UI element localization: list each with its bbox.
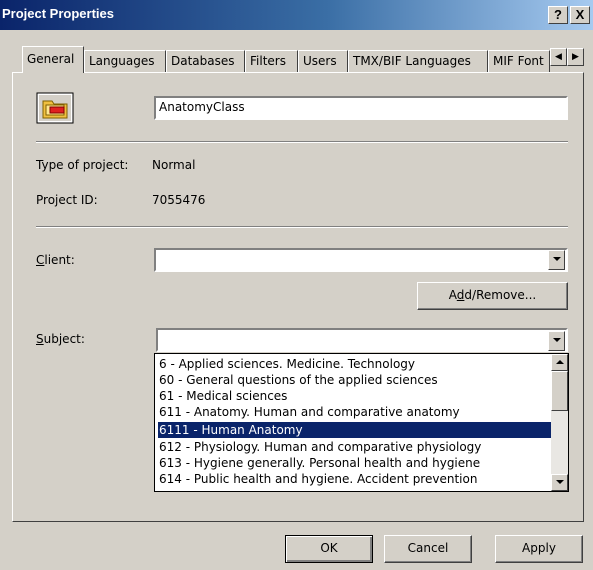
project-id-value: 7055476: [152, 193, 206, 207]
chevron-down-icon: [555, 480, 564, 484]
ok-button[interactable]: OK: [285, 535, 373, 563]
tab-general[interactable]: General: [22, 46, 84, 73]
add-remove-button[interactable]: Add/Remove...: [417, 282, 568, 310]
client-label: Client:: [36, 253, 75, 267]
scroll-thumb[interactable]: [551, 371, 568, 411]
separator-middle: [36, 226, 568, 228]
help-button[interactable]: ?: [548, 6, 568, 24]
subject-label: Subject:: [36, 332, 85, 346]
list-item[interactable]: 614 - Public health and hygiene. Acciden…: [158, 471, 551, 487]
tab-strip: General Languages Databases Filters User…: [16, 46, 584, 73]
subject-dropdown-button[interactable]: [548, 331, 565, 351]
chevron-up-icon: [555, 360, 564, 364]
tab-languages[interactable]: Languages: [84, 50, 166, 72]
project-id-label: Project ID:: [36, 193, 98, 207]
title-bar[interactable]: Project Properties ? X: [0, 0, 593, 30]
list-item-selected[interactable]: 6111 - Human Anatomy: [157, 421, 552, 439]
tab-databases[interactable]: Databases: [166, 50, 245, 72]
type-of-project-value: Normal: [152, 158, 196, 172]
tab-scroll-arrows: ◀ ▶: [550, 48, 584, 66]
tab-filters[interactable]: Filters: [245, 50, 298, 72]
tab-tmx-bif-languages[interactable]: TMX/BIF Languages: [348, 50, 488, 72]
close-button[interactable]: X: [570, 6, 590, 24]
client-dropdown-button[interactable]: [548, 250, 565, 270]
type-of-project-label: Type of project:: [36, 158, 129, 172]
chevron-down-icon: [552, 257, 561, 261]
tab-mif-font[interactable]: MIF Font: [488, 50, 550, 72]
list-item[interactable]: 613 - Hygiene generally. Personal health…: [158, 455, 551, 471]
scroll-down-button[interactable]: [551, 474, 568, 491]
list-item[interactable]: 611 - Anatomy. Human and comparative ana…: [158, 404, 551, 420]
scroll-up-button[interactable]: [551, 354, 568, 371]
project-folder-icon: [36, 92, 74, 124]
subject-combobox[interactable]: [156, 328, 568, 352]
list-item[interactable]: 612 - Physiology. Human and comparative …: [158, 439, 551, 455]
list-scrollbar[interactable]: [551, 354, 568, 491]
tab-users[interactable]: Users: [298, 50, 348, 72]
tab-scroll-left-icon[interactable]: ◀: [550, 48, 567, 66]
client-combobox[interactable]: [154, 248, 568, 272]
window-title: Project Properties: [2, 6, 114, 21]
chevron-down-icon: [552, 338, 561, 342]
list-item[interactable]: 6 - Applied sciences. Medicine. Technolo…: [158, 356, 551, 372]
list-item[interactable]: 61 - Medical sciences: [158, 388, 551, 404]
project-properties-dialog: Project Properties ? X General Languages…: [0, 0, 593, 570]
list-item[interactable]: 60 - General questions of the applied sc…: [158, 372, 551, 388]
separator-top: [36, 141, 568, 143]
tab-scroll-right-icon[interactable]: ▶: [567, 48, 584, 66]
subject-dropdown-list[interactable]: 6 - Applied sciences. Medicine. Technolo…: [154, 353, 569, 492]
apply-button[interactable]: Apply: [495, 535, 583, 563]
cancel-button[interactable]: Cancel: [384, 535, 472, 563]
project-name-input[interactable]: AnatomyClass: [154, 96, 568, 120]
